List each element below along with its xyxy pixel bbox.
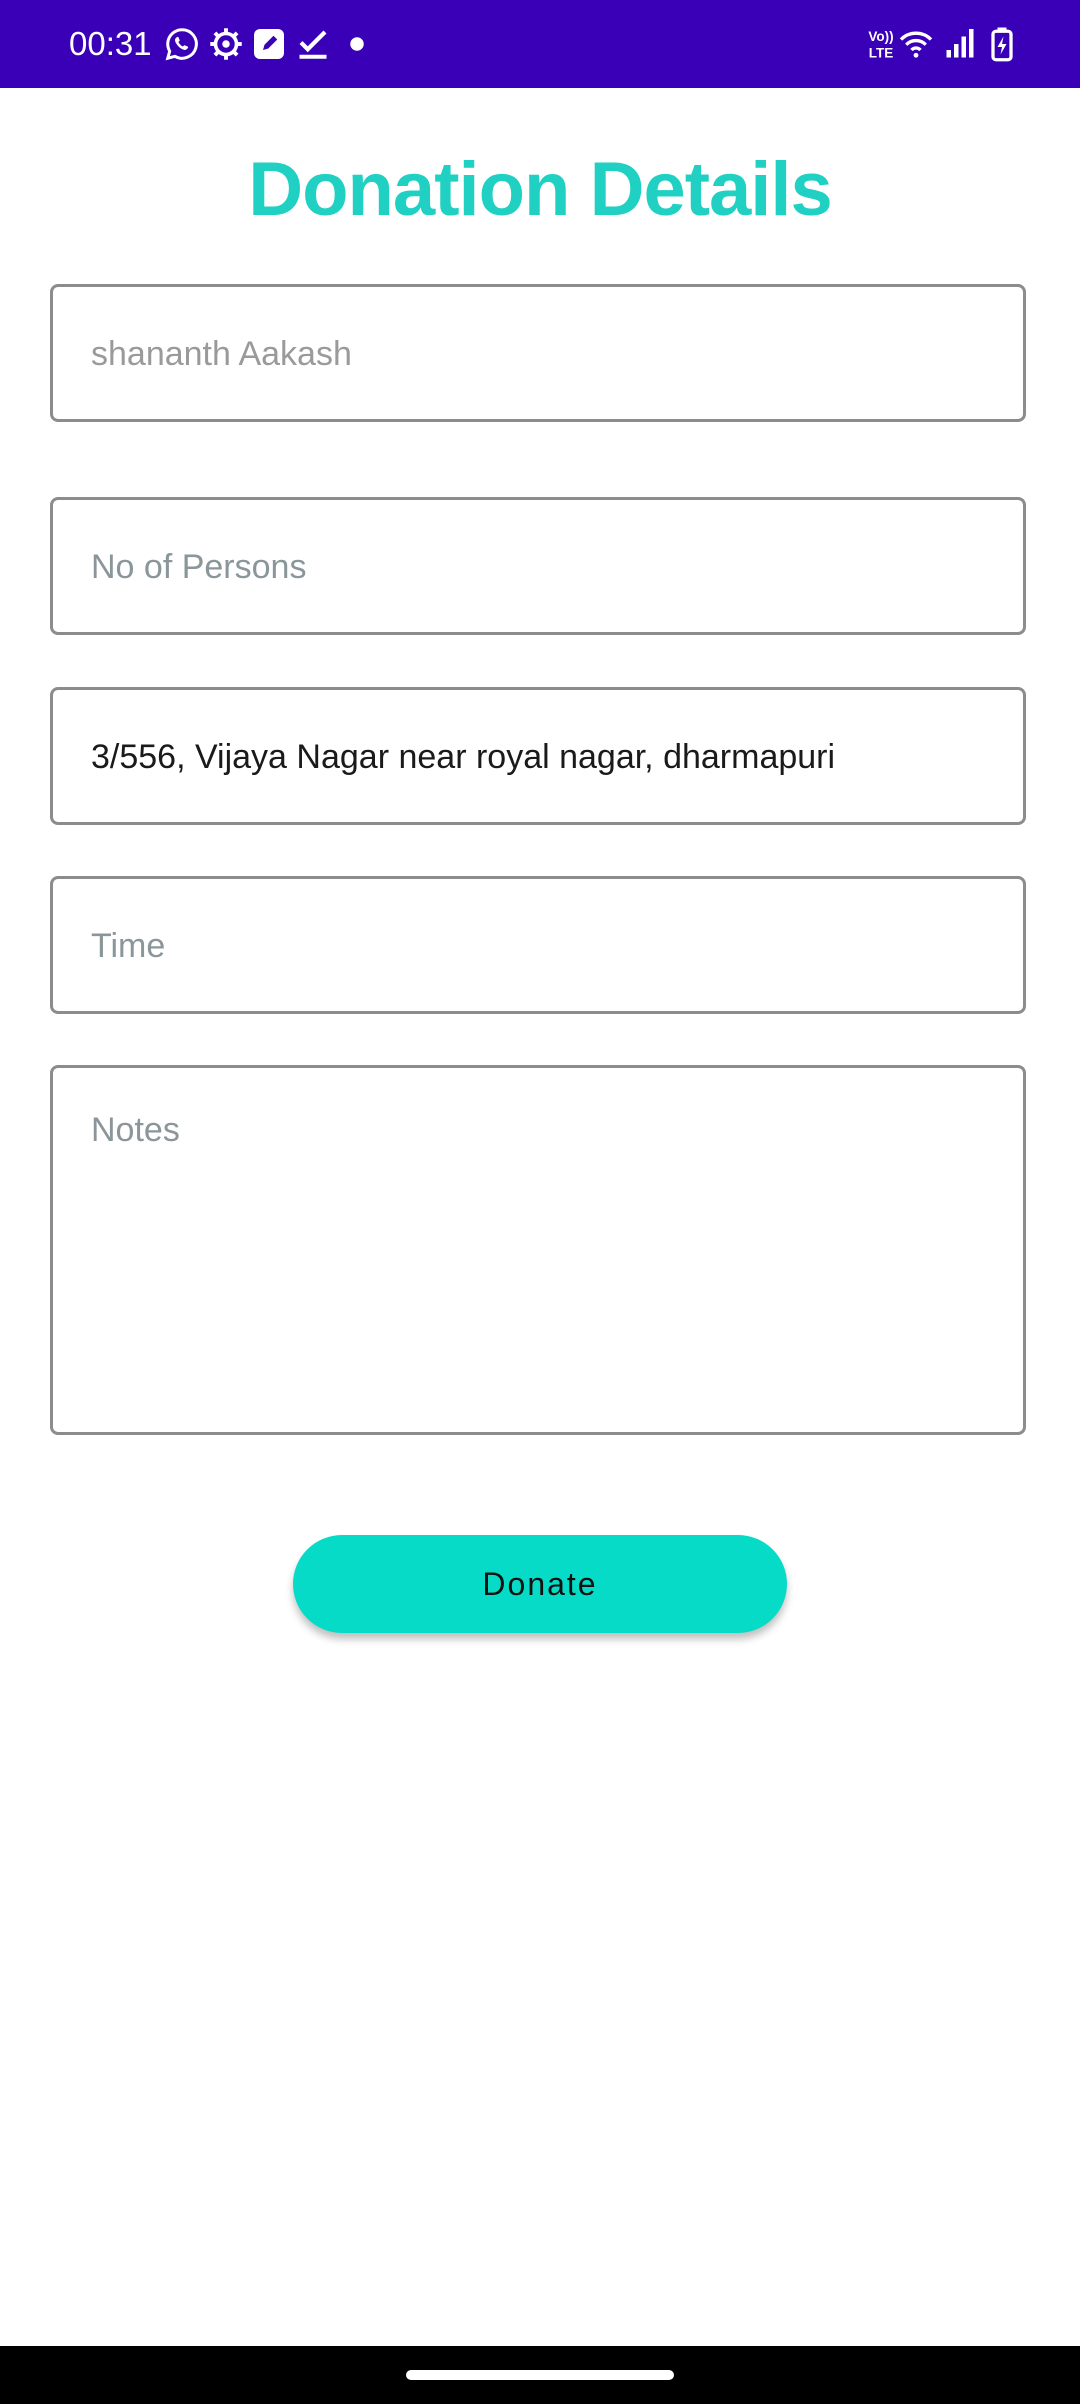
name-field-value: shananth Aakash (91, 335, 352, 373)
dot-icon (339, 26, 375, 62)
status-bar: 00:31 Vo)) LTE (0, 0, 1080, 88)
time-field[interactable]: Time (50, 876, 1026, 1014)
notes-field-placeholder: Notes (91, 1111, 180, 1149)
battery-charging-icon (984, 26, 1020, 62)
whatsapp-icon (164, 26, 200, 62)
svg-text:LTE: LTE (869, 46, 894, 61)
donation-details-screen: 00:31 Vo)) LTE Donation Details shananth… (0, 0, 1080, 2404)
navigation-bar (0, 2346, 1080, 2404)
time-field-placeholder: Time (91, 927, 166, 965)
notes-field[interactable]: Notes (50, 1065, 1026, 1435)
name-field[interactable]: shananth Aakash (50, 284, 1026, 422)
svg-text:Vo)): Vo)) (868, 29, 893, 44)
donate-button[interactable]: Donate (293, 1535, 787, 1633)
settings-gear-icon (208, 26, 244, 62)
wifi-icon (898, 26, 934, 62)
volte-icon: Vo)) LTE (866, 26, 896, 62)
address-field[interactable]: 3/556, Vijaya Nagar near royal nagar, dh… (50, 687, 1026, 825)
signal-icon (942, 26, 978, 62)
home-gesture-handle[interactable] (406, 2370, 674, 2380)
persons-field-placeholder: No of Persons (91, 548, 307, 586)
address-field-value: 3/556, Vijaya Nagar near royal nagar, dh… (91, 738, 836, 776)
edit-app-icon (251, 26, 287, 62)
page-title: Donation Details (248, 147, 833, 232)
persons-field[interactable]: No of Persons (50, 497, 1026, 635)
status-time: 00:31 (69, 25, 152, 62)
checkmark-icon (295, 26, 331, 62)
